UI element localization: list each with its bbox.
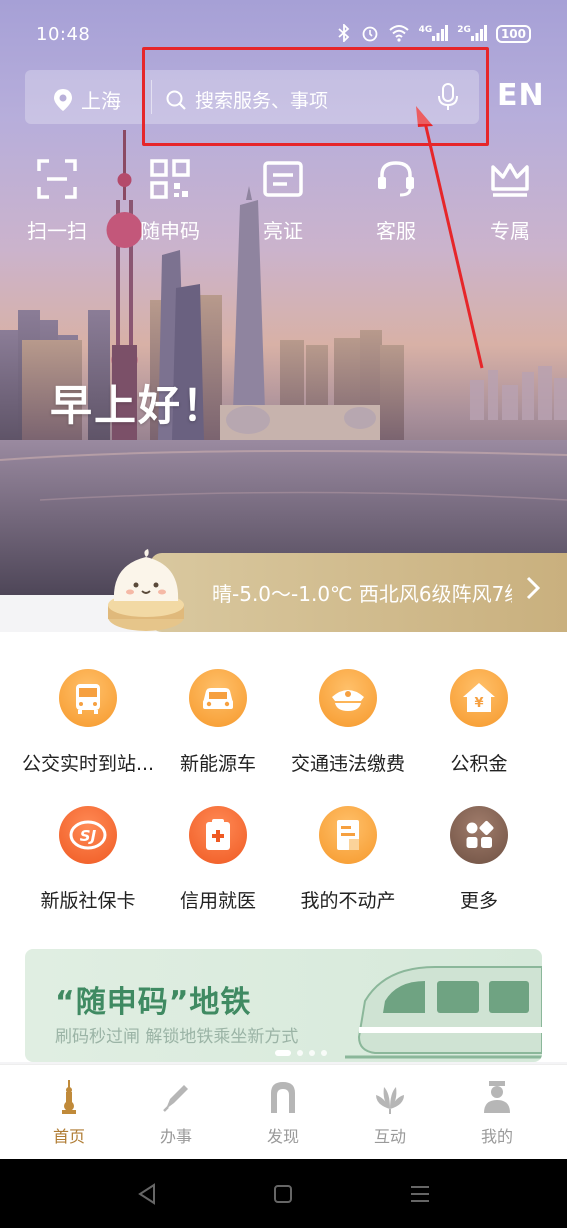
service-housing-fund[interactable]: ¥ 公积金: [409, 669, 549, 776]
service-traffic-violation[interactable]: 交通违法缴费: [278, 669, 418, 776]
police-cap-icon: [319, 669, 377, 727]
location-pin-icon: [54, 88, 72, 111]
person-icon: [484, 1081, 510, 1113]
tab-discover[interactable]: 发现: [243, 1079, 323, 1147]
location-label: 上海: [81, 89, 121, 113]
service-new-energy-car[interactable]: 新能源车: [148, 669, 288, 776]
property-doc-icon: [319, 806, 377, 864]
crown-icon: [491, 163, 529, 197]
tab-label: 我的: [480, 1127, 513, 1146]
quick-action-customer-service[interactable]: 客服: [351, 157, 441, 244]
quick-action-label: 随申码: [140, 219, 200, 243]
service-credit-medical[interactable]: 信用就医: [148, 806, 288, 913]
quick-action-exclusive[interactable]: 专属: [465, 157, 555, 244]
alarm-icon: [361, 24, 379, 45]
status-icons: 4G 2G 100: [336, 22, 531, 45]
back-icon[interactable]: [136, 1183, 158, 1205]
status-time: 10:48: [36, 24, 91, 45]
weather-banner[interactable]: 晴-5.0～-1.0℃ 西北风6级阵风7级: [150, 553, 567, 632]
recents-icon[interactable]: [409, 1185, 431, 1203]
service-social-security-card[interactable]: SJ 新版社保卡: [18, 806, 158, 913]
service-more[interactable]: 更多: [409, 806, 549, 913]
language-button[interactable]: EN: [497, 78, 545, 113]
bus-icon: [59, 669, 117, 727]
banner-title: “随申码”地铁: [55, 985, 252, 1020]
battery-indicator: 100: [495, 25, 531, 43]
service-label: 公交实时到站...: [21, 753, 155, 775]
pen-icon: [163, 1085, 188, 1112]
svg-text:SJ: SJ: [80, 827, 97, 845]
service-label: 新版社保卡: [40, 890, 136, 912]
network-2g-label: 2G: [457, 24, 471, 35]
bun-mascot-icon: [108, 549, 184, 631]
car-icon: [189, 669, 247, 727]
chevron-right-icon: [525, 575, 541, 608]
tab-label: 首页: [52, 1127, 85, 1146]
signal-2g-icon: 2G: [457, 24, 487, 44]
bottom-tab-bar: 首页 办事 发现 互动 我的: [0, 1064, 567, 1159]
more-grid-icon: [450, 806, 508, 864]
metro-promo-banner[interactable]: “随申码”地铁 刷码秒过闸 解锁地铁乘坐新方式: [25, 949, 542, 1062]
weather-text: 晴-5.0～-1.0℃ 西北风6级阵风7级: [212, 582, 512, 606]
signal-4g-icon: 4G: [418, 24, 449, 44]
tab-services[interactable]: 办事: [136, 1079, 216, 1147]
house-fund-icon: ¥: [450, 669, 508, 727]
quick-action-id-card[interactable]: 亮证: [238, 157, 328, 244]
social-security-icon: SJ: [59, 806, 117, 864]
bluetooth-icon: [336, 22, 352, 45]
scan-icon: [37, 159, 77, 199]
service-label: 交通违法缴费: [290, 753, 405, 775]
metro-train-icon: [345, 966, 542, 1059]
qr-code-icon: [150, 159, 190, 199]
quick-action-label: 客服: [376, 219, 416, 243]
service-bus-arrival[interactable]: 公交实时到站...: [18, 669, 158, 776]
banner-subtitle: 刷码秒过闸 解锁地铁乘坐新方式: [55, 1027, 299, 1047]
tab-label: 互动: [373, 1127, 406, 1146]
hero-banner: 10:48 4G 2G 100 上海 搜索服务、事项 EN 扫一扫 随申码 亮证…: [0, 0, 567, 595]
tab-home[interactable]: 首页: [29, 1079, 109, 1147]
quick-action-qr-code[interactable]: 随申码: [125, 157, 215, 244]
system-navigation-bar: [0, 1159, 567, 1228]
id-card-icon: [263, 161, 303, 197]
carousel-indicator: [275, 1050, 327, 1056]
network-4g-label: 4G: [418, 24, 433, 35]
pearl-tower-icon: [62, 1080, 76, 1114]
quick-action-label: 专属: [490, 219, 530, 243]
service-my-property[interactable]: 我的不动产: [278, 806, 418, 913]
tab-label: 发现: [266, 1127, 299, 1146]
svg-text:¥: ¥: [474, 696, 483, 711]
service-label: 信用就医: [179, 890, 256, 912]
quick-action-scan[interactable]: 扫一扫: [12, 157, 102, 244]
tab-mine[interactable]: 我的: [457, 1079, 537, 1147]
greeting-text: 早上好！: [50, 381, 227, 430]
magnolia-icon: [376, 1087, 404, 1114]
arch-icon: [271, 1082, 295, 1113]
tab-label: 办事: [159, 1127, 192, 1146]
service-label: 我的不动产: [300, 890, 396, 912]
headset-icon: [378, 161, 414, 197]
service-label: 新能源车: [179, 753, 256, 775]
annotation-highlight-box: [142, 47, 489, 146]
medical-icon: [189, 806, 247, 864]
home-icon[interactable]: [273, 1184, 293, 1204]
quick-action-label: 扫一扫: [27, 219, 87, 243]
quick-action-label: 亮证: [263, 219, 303, 243]
service-label: 公积金: [450, 753, 508, 775]
location-selector[interactable]: 上海: [53, 85, 121, 114]
tab-interact[interactable]: 互动: [350, 1079, 430, 1147]
wifi-icon: [388, 24, 410, 45]
service-label: 更多: [459, 890, 498, 912]
